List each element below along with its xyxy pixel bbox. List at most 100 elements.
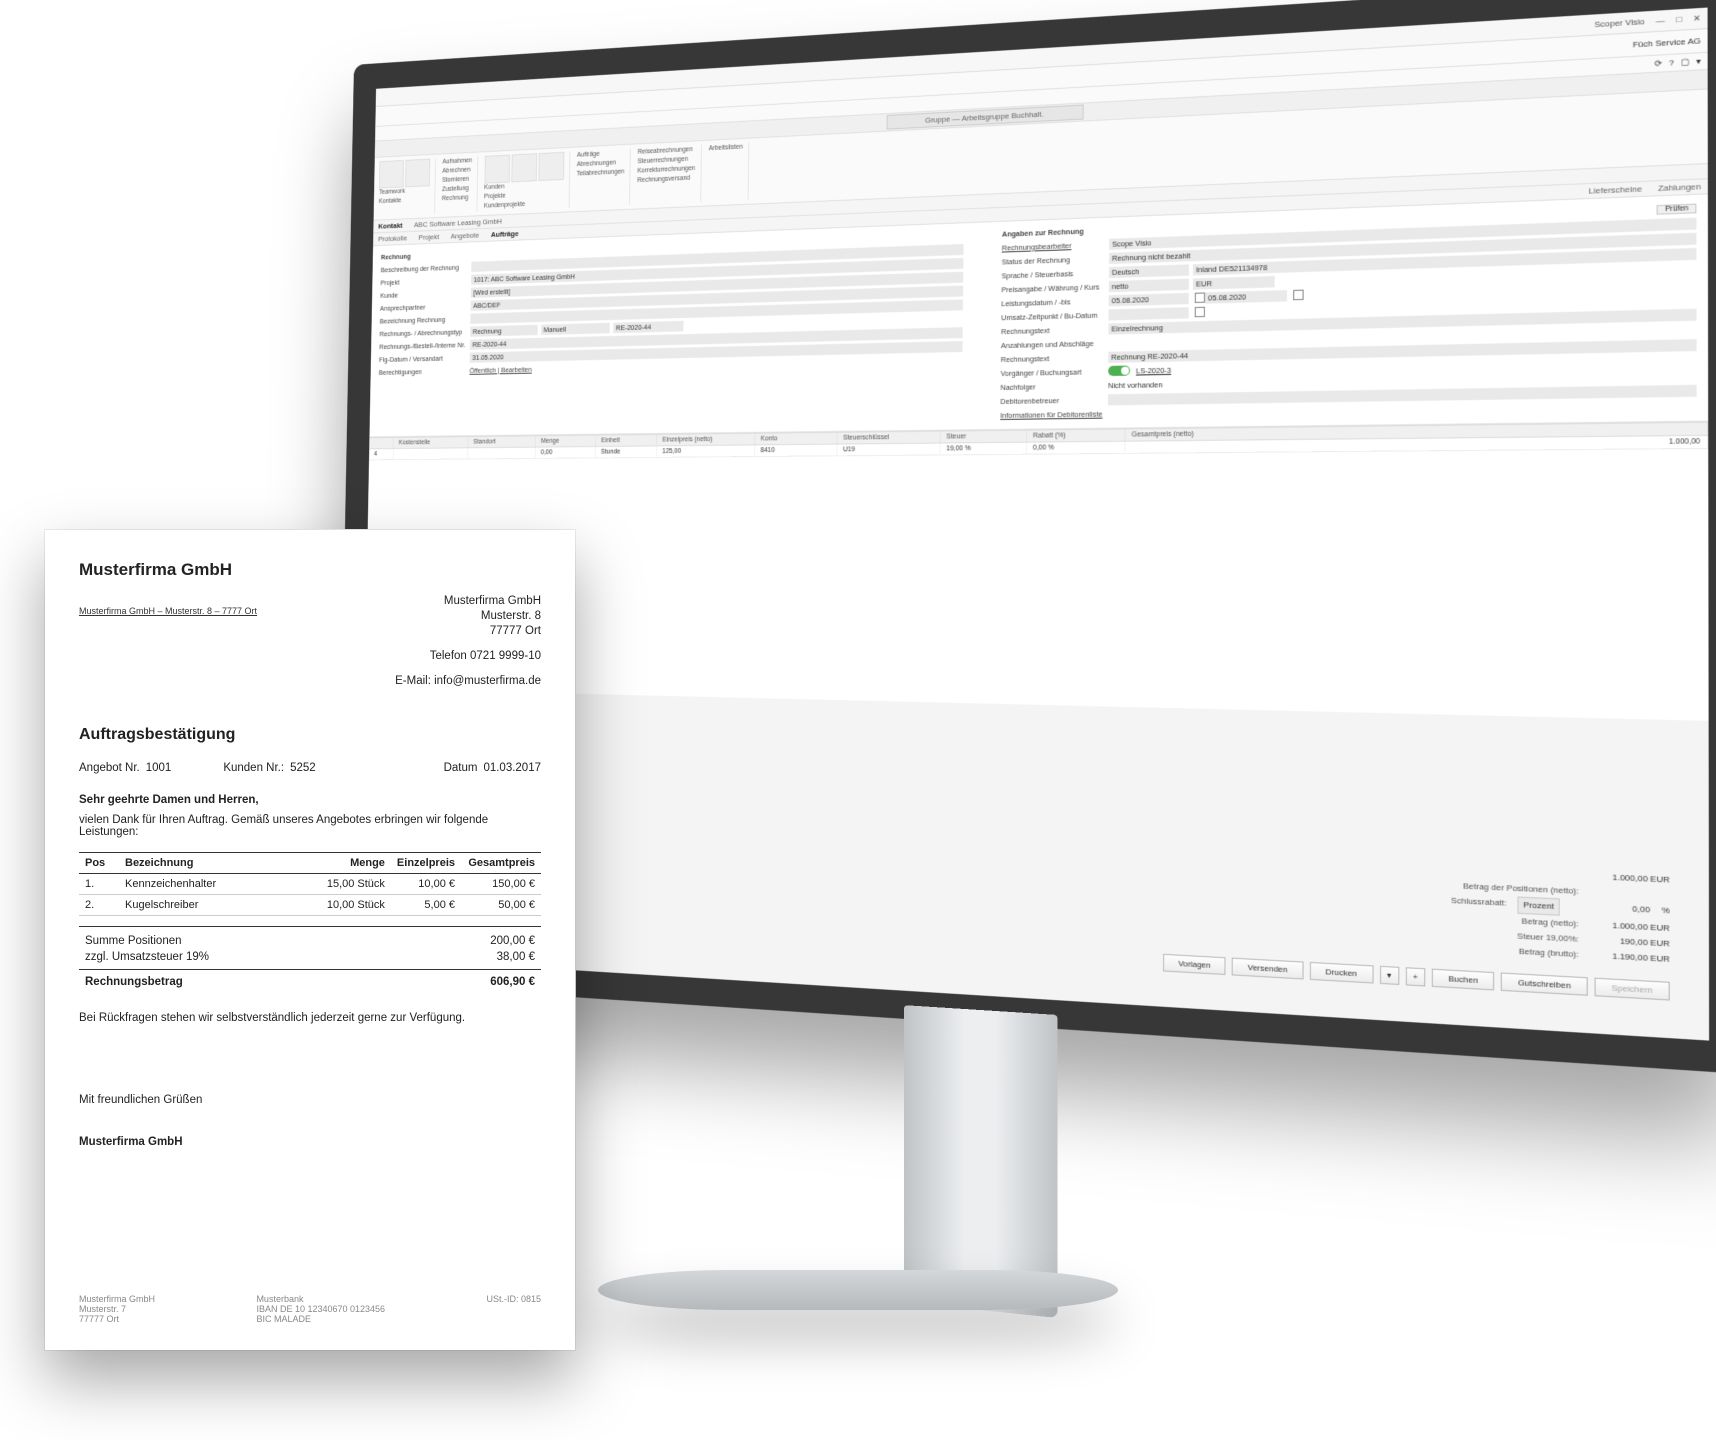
col-rabatt[interactable]: Rabatt (%) [1027,429,1126,441]
meta-datum-v: 01.03.2017 [483,762,541,774]
link-berechtigung[interactable]: Öffentlich | Bearbeiten [469,365,531,375]
kunden-icon[interactable] [484,155,510,184]
doc-email: E-Mail: info@musterfirma.de [395,674,541,689]
input-typ-manuell[interactable]: Manuell [541,322,610,334]
cell-rabatt[interactable]: 0,00 % [1027,442,1126,454]
pruefen-button[interactable]: Prüfen [1657,203,1696,214]
tab-protokolle[interactable]: Protokolle [378,234,407,243]
col-steuer[interactable]: Steuer [941,431,1028,443]
toolbar-contacts[interactable]: Kontakte [379,195,430,206]
square-icon[interactable]: ▢ [1681,57,1690,67]
cell-standort[interactable] [468,448,536,459]
cell-kst[interactable] [394,448,469,459]
label-beschreibung: Beschreibung der Rechnung [381,262,472,273]
total-v2[interactable]: 0,00 [1571,899,1650,920]
label-anzahlungen: Anzahlungen und Abschläge [1001,338,1109,349]
totals-block: 1.000,00 EUR Betrag der Positionen (nett… [1451,863,1670,967]
label-debitor: Debitorenbetreuer [1000,395,1108,406]
total-l5: Betrag (brutto): [1519,944,1579,962]
gutschreiben-button[interactable]: Gutschreiben [1501,972,1588,995]
link-ls[interactable]: LS-2020-3 [1136,365,1171,375]
toolbar-rechnung[interactable]: Rechnung [442,193,472,204]
doc-sign: Musterfirma GmbH [79,1136,541,1148]
company-label: Füch Service AG [1633,36,1701,50]
foot-c3: USt.-ID: 0815 [486,1294,541,1324]
window-close-icon[interactable]: ✕ [1693,13,1701,23]
plus-button[interactable]: + [1405,967,1425,986]
cell-konto[interactable]: 8410 [755,445,837,456]
input-sprache[interactable]: Deutsch [1109,264,1189,278]
input-umsatz[interactable] [1109,307,1189,320]
doc-row: 1.Kennzeichenhalter15,00 Stück10,00 €150… [79,874,541,895]
window-maximize-icon[interactable]: □ [1676,14,1682,24]
col-kostenstelle[interactable]: Kostenstelle [394,437,469,448]
sum-ust-l: zzgl. Umsatzsteuer 19% [85,951,209,963]
label-ansprechpartner: Ansprechpartner [380,301,471,312]
cell-menge[interactable]: 0,00 [536,447,596,458]
label-umsatz: Umsatz-Zeitpunkt / Bu-Datum [1001,310,1109,322]
sum-total-l: Rechnungsbetrag [85,976,183,988]
calendar-icon[interactable] [1195,292,1205,302]
chevron-down-icon[interactable]: ▾ [1696,56,1701,66]
sum-ust-v: 38,00 € [497,951,535,963]
app-brand: Scoper Visio [1594,17,1644,30]
col-konto[interactable]: Konto [755,433,837,445]
meta-kunden-v: 5252 [290,762,316,774]
cell-einheit[interactable]: Stunde [596,446,657,457]
input-ldatum-bis[interactable]: 05.08.2020 [1205,290,1287,304]
th-bez: Bezeichnung [119,853,311,874]
speichern-button[interactable]: Speichern [1595,978,1670,1001]
doc-company: Musterfirma GmbH [79,560,541,580]
tab-kontakt[interactable]: Kontakt [378,221,402,230]
cell-steuer[interactable]: 19,00 % [941,443,1028,455]
refresh-icon[interactable]: ⟳ [1655,59,1663,69]
cell-ss[interactable]: U19 [837,444,940,456]
col-standort[interactable]: Standort [468,436,536,447]
sum-pos-l: Summe Positionen [85,935,182,947]
projekte-icon[interactable] [511,153,537,182]
doc-title: Auftragsbestätigung [79,726,541,744]
doc-row: 2.Kugelschreiber10,00 Stück5,00 €50,00 € [79,895,541,916]
col-blank[interactable] [369,438,394,448]
section-rechnung: Rechnung [381,249,472,261]
col-steuerschluessel[interactable]: Steuerschlüssel [838,432,941,444]
help-icon[interactable]: ? [1669,58,1674,68]
toolbar-arbeitslisten[interactable]: Arbeitslisten [709,143,743,154]
tab-auftraege[interactable]: Aufträge [491,229,519,238]
label-status: Status der Rechnung [1002,253,1109,266]
calendar-icon[interactable] [1293,290,1303,301]
foot-c2a: Musterbank [256,1294,385,1304]
discount-type[interactable]: Prozent [1518,896,1560,915]
toolbar-rechnungsversand[interactable]: Rechnungsversand [637,174,695,186]
input-typ-rechnung[interactable]: Rechnung [470,324,538,336]
col-menge[interactable]: Menge [536,436,596,447]
vorlagen-button[interactable]: Vorlagen [1163,954,1226,975]
window-minimize-icon[interactable]: — [1656,16,1665,26]
drucken-button[interactable]: Drucken [1310,962,1374,984]
col-einzelpreis[interactable]: Einzelpreis (netto) [657,434,755,446]
col-einheit[interactable]: Einheit [596,435,657,446]
doc-intro: vielen Dank für Ihren Auftrag. Gemäß uns… [79,814,541,838]
doc-meta: Angebot Nr.1001 Kunden Nr.:5252 Datum01.… [79,762,541,774]
tab-projekt[interactable]: Projekt [418,233,439,242]
buchen-button[interactable]: Buchen [1432,969,1495,991]
label-rtext1: Rechnungstext [1001,324,1109,336]
doc-tel: Telefon 0721 9999-10 [395,649,541,664]
versenden-button[interactable]: Versenden [1232,958,1303,980]
toolbar-teilabrechnungen[interactable]: Teilabrechnungen [577,168,625,180]
cell-ep[interactable]: 125,00 [657,445,755,456]
tab-lieferscheine[interactable]: Lieferscheine [1589,184,1642,196]
toggle-vorgaenger[interactable] [1108,366,1130,377]
teamwork-icon[interactable] [379,160,404,189]
contacts-icon[interactable] [405,159,430,188]
label-berechtigung: Berechtigungen [379,366,470,376]
input-re-number[interactable]: RE-2020-44 [613,320,683,332]
input-ldatum-von[interactable]: 05.08.2020 [1109,292,1189,305]
dropdown-button[interactable]: ▾ [1379,966,1398,985]
kundenprojekte-icon[interactable] [538,152,564,181]
input-waehrung[interactable]: EUR [1193,276,1275,290]
tab-zahlungen[interactable]: Zahlungen [1658,182,1701,193]
calendar-icon[interactable] [1195,307,1205,317]
tab-angebote[interactable]: Angebote [451,231,480,240]
input-netto[interactable]: netto [1109,278,1189,292]
